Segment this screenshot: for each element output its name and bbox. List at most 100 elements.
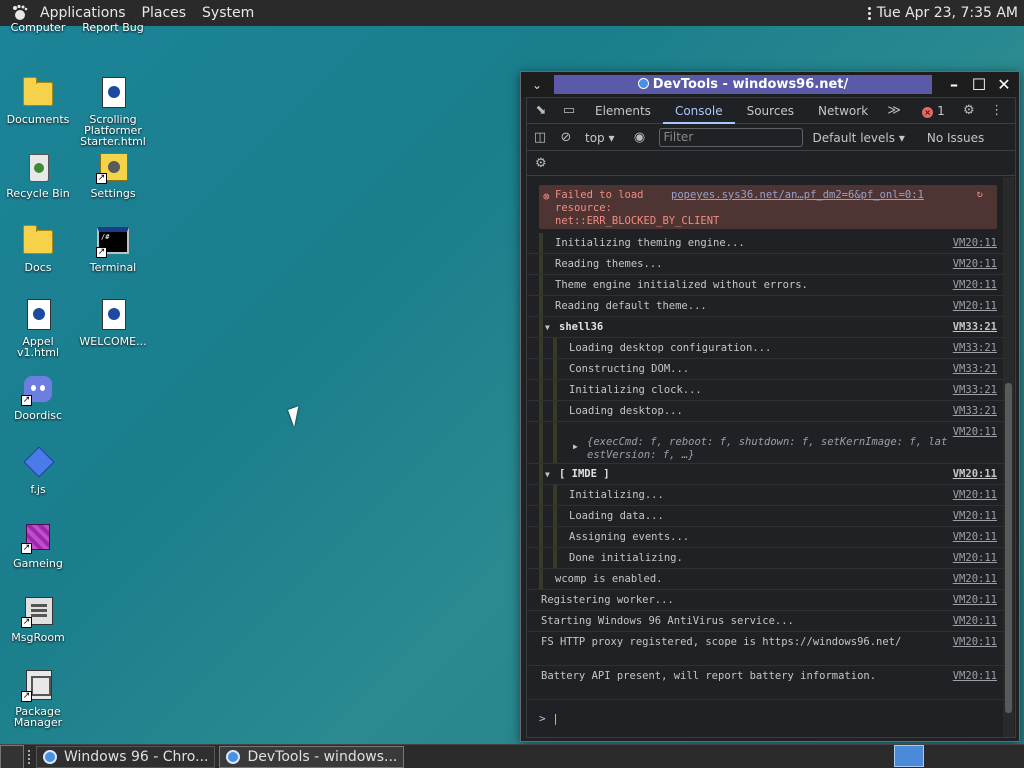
desktop-icon-welcome[interactable]: WELCOME...: [75, 298, 151, 347]
source-link[interactable]: VM20:11: [953, 573, 997, 585]
issues-button[interactable]: No Issues: [927, 131, 984, 145]
console-message: Initializing...: [569, 489, 664, 501]
taskbar-item-chrome[interactable]: Windows 96 - Chro...: [36, 745, 216, 768]
source-link[interactable]: VM20:11: [953, 636, 997, 648]
source-link[interactable]: VM33:21: [953, 321, 997, 333]
desktop-icon-appel[interactable]: Appel v1.html: [0, 298, 76, 358]
gear-icon[interactable]: ⚙: [955, 103, 983, 118]
desktop-icon-report-bug[interactable]: Report Bug: [75, 22, 151, 33]
console-object-preview[interactable]: {execCmd: f, reboot: f, shutdown: f, set…: [587, 436, 963, 462]
source-link[interactable]: VM20:11: [953, 594, 997, 606]
group-indent-bar: [539, 359, 543, 379]
desktop-icon-recycle-bin[interactable]: Recycle Bin: [0, 150, 76, 199]
chevron-down-icon[interactable]: ⌄: [521, 78, 553, 92]
error-counter[interactable]: × 1: [922, 104, 945, 118]
console-message: Done initializing.: [569, 552, 683, 564]
source-link[interactable]: VM33:21: [953, 342, 997, 354]
error-source-link[interactable]: popeyes.sys36.net/an…pf_dm2=6&pf_onl=0:1: [671, 189, 924, 201]
desktop-icon-computer[interactable]: Computer: [0, 22, 76, 33]
tab-console[interactable]: Console: [662, 98, 735, 124]
console-message: Constructing DOM...: [569, 363, 690, 375]
source-link[interactable]: VM20:11: [953, 552, 997, 564]
desktop-icon-label: Scrolling Platformer Starter.html: [80, 113, 146, 148]
console-message: [ IMDE ]: [559, 468, 610, 480]
source-link[interactable]: VM33:21: [953, 363, 997, 375]
source-link[interactable]: VM20:11: [953, 258, 997, 270]
taskbar-handle[interactable]: [28, 749, 32, 764]
desktop-icon-terminal[interactable]: /# ↗ Terminal: [75, 224, 151, 273]
error-count: 1: [937, 103, 945, 118]
eye-icon[interactable]: ◉: [627, 130, 653, 145]
desktop-icon-scrolling-platformer[interactable]: Scrolling Platformer Starter.html: [75, 76, 151, 147]
source-link[interactable]: VM20:11: [953, 615, 997, 627]
log-levels-dropdown[interactable]: Default levels ▾: [813, 131, 905, 145]
source-link[interactable]: VM20:11: [953, 237, 997, 249]
group-indent-bar: [539, 464, 543, 484]
console-scrollbar[interactable]: [1003, 177, 1014, 737]
source-link[interactable]: VM33:21: [953, 384, 997, 396]
source-link[interactable]: VM20:11: [953, 531, 997, 543]
more-tabs-icon[interactable]: ≫: [880, 103, 908, 118]
desktop-icon-fjs[interactable]: f.js: [0, 446, 76, 495]
expand-triangle-icon[interactable]: ▶: [573, 442, 578, 451]
package-icon: ↗: [21, 668, 55, 702]
console-prompt[interactable]: > |: [539, 712, 559, 725]
desktop-icon-msgroom[interactable]: ↗ MsgRoom: [0, 594, 76, 643]
source-link[interactable]: VM20:11: [953, 670, 997, 682]
desktop-icon-label: Documents: [6, 113, 70, 126]
sidebar-toggle-icon[interactable]: ◫: [527, 130, 553, 145]
taskbar-item-label: Windows 96 - Chro...: [64, 748, 209, 765]
devtools-titlebar[interactable]: ⌄ DevTools - windows96.net/ – ☐ ✕: [521, 72, 1019, 97]
system-menu[interactable]: System: [194, 0, 262, 26]
close-button[interactable]: ✕: [993, 74, 1015, 95]
maximize-button[interactable]: ☐: [968, 74, 990, 95]
device-toolbar-icon[interactable]: ▭: [555, 103, 583, 118]
tray-chrome-icon[interactable]: [894, 745, 924, 767]
kebab-menu-icon[interactable]: ⋮: [983, 103, 1011, 118]
console-message: Battery API present, will report battery…: [541, 670, 877, 682]
source-link[interactable]: VM20:11: [953, 426, 997, 438]
desktop-icon-doordisc[interactable]: ↗ Doordisc: [0, 372, 76, 421]
inspect-element-icon[interactable]: ⬊: [527, 103, 555, 118]
desktop-icon-documents[interactable]: Documents: [0, 76, 76, 125]
source-link[interactable]: VM20:11: [953, 279, 997, 291]
source-link[interactable]: VM33:21: [953, 405, 997, 417]
source-link[interactable]: VM20:11: [953, 468, 997, 480]
group-indent-bar: [553, 485, 557, 505]
console-message: Reading themes...: [555, 258, 663, 270]
tab-elements[interactable]: Elements: [583, 98, 663, 124]
taskbar-item-devtools[interactable]: DevTools - windows...: [219, 745, 405, 768]
js-file-icon: [21, 446, 55, 480]
show-desktop-button[interactable]: [0, 744, 24, 768]
error-retry-icon[interactable]: ↻: [977, 188, 983, 200]
expand-triangle-icon[interactable]: ▼: [545, 323, 550, 332]
console-log-row: Assigning events... VM20:11: [527, 527, 1003, 548]
desktop-icon-label: Terminal: [89, 261, 137, 274]
desktop-icon-docs[interactable]: Docs: [0, 224, 76, 273]
desktop-icon-gameing[interactable]: ↗ Gameing: [0, 520, 76, 569]
filter-input[interactable]: Filter: [658, 128, 803, 147]
kebab-menu-icon[interactable]: [867, 6, 871, 20]
scrollbar-thumb[interactable]: [1005, 383, 1012, 713]
error-x-icon: ×: [922, 106, 934, 118]
source-link[interactable]: VM20:11: [953, 489, 997, 501]
minimize-button[interactable]: –: [943, 74, 965, 95]
group-indent-bar: [539, 506, 543, 526]
gear-icon[interactable]: ⚙: [535, 156, 547, 171]
expand-triangle-icon[interactable]: ▼: [545, 470, 550, 479]
desktop-icon-package-manager[interactable]: ↗ Package Manager: [0, 668, 76, 728]
tab-network[interactable]: Network: [806, 98, 880, 124]
console-log: ⊗ Failed to load resource: net::ERR_BLOC…: [527, 177, 1003, 737]
desktop-icon-settings[interactable]: ↗ Settings: [75, 150, 151, 199]
source-link[interactable]: VM20:11: [953, 510, 997, 522]
clock[interactable]: Tue Apr 23, 7:35 AM: [877, 5, 1018, 21]
devtools-window-title[interactable]: DevTools - windows96.net/: [554, 75, 932, 94]
gnome-foot-icon[interactable]: [10, 3, 30, 23]
context-selector[interactable]: top ▾: [585, 131, 615, 145]
group-indent-bar: [539, 380, 543, 400]
console-toolbar: ◫ ⊘ top ▾ ◉ Filter Default levels ▾ No I…: [527, 125, 1015, 151]
tab-sources[interactable]: Sources: [735, 98, 806, 124]
clear-console-icon[interactable]: ⊘: [553, 130, 579, 145]
source-link[interactable]: VM20:11: [953, 300, 997, 312]
error-circle-icon: ⊗: [543, 190, 550, 203]
